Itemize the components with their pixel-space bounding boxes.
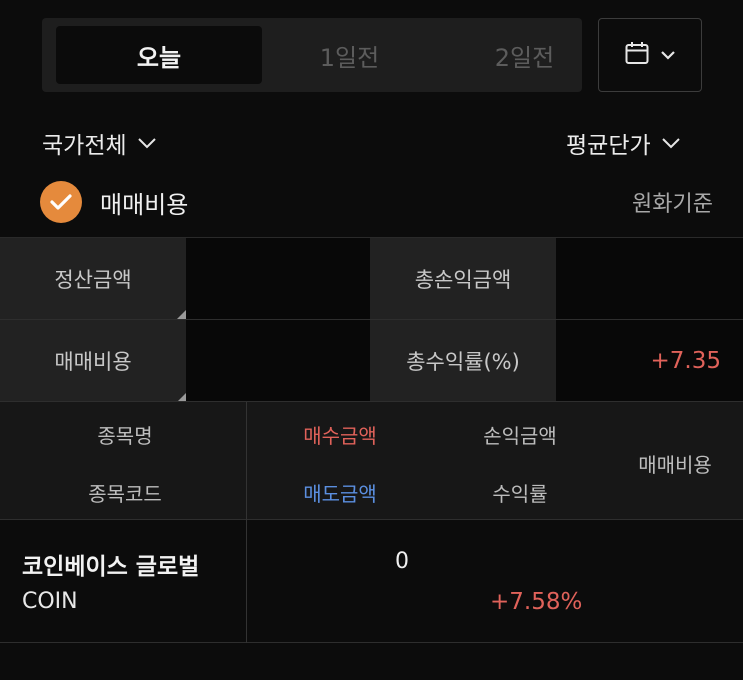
- column-buy-amount[interactable]: 매수금액: [270, 420, 410, 449]
- column-trading-fee[interactable]: 매매비용: [605, 449, 743, 478]
- column-return-rate[interactable]: 수익률: [450, 478, 590, 507]
- price-basis-dropdown[interactable]: 평균단가: [566, 120, 681, 166]
- total-return-rate-label: 총수익률(%): [370, 320, 556, 402]
- period-tabs: 오늘 1일전 2일전: [42, 18, 582, 92]
- divider: [246, 521, 247, 643]
- column-stock-name[interactable]: 종목명: [40, 420, 210, 449]
- trading-fee-value: [186, 320, 370, 402]
- tab-today[interactable]: 오늘: [56, 26, 262, 84]
- trading-fee-checkbox-label: 매매비용: [100, 190, 189, 219]
- filter-row: 국가전체 평균단가: [0, 120, 743, 166]
- chevron-down-icon: [661, 130, 681, 156]
- calendar-button[interactable]: [598, 18, 702, 92]
- total-pl-amount-label: 총손익금액: [370, 238, 556, 319]
- divider: [246, 402, 247, 521]
- settlement-amount-label: 정산금액: [0, 238, 186, 319]
- chevron-down-icon: [660, 46, 676, 65]
- divider: [0, 319, 743, 320]
- trading-fee-checkbox[interactable]: 매매비용: [40, 181, 188, 223]
- total-return-rate-value: +7.35: [556, 320, 743, 402]
- summary-grid: 정산금액 총손익금액 매매비용 총수익률(%) +7.35: [0, 237, 743, 402]
- chevron-down-icon: [137, 130, 157, 156]
- total-pl-amount-value: [556, 238, 743, 319]
- column-stock-code[interactable]: 종목코드: [40, 478, 210, 507]
- column-sell-amount[interactable]: 매도금액: [270, 478, 410, 507]
- stock-name: 코인베이스 글로벌: [22, 554, 200, 580]
- country-dropdown-label: 국가전체: [42, 133, 127, 159]
- table-header: 종목명 종목코드 매수금액 매도금액 손익금액 수익률 매매비용: [0, 401, 743, 521]
- calendar-icon: [624, 40, 650, 70]
- check-icon: [40, 181, 82, 223]
- trading-fee-label: 매매비용: [0, 320, 186, 402]
- return-rate-value: +7.58%: [490, 589, 583, 615]
- tab-1-day-ago[interactable]: 1일전: [262, 26, 437, 84]
- corner-mark-icon: [177, 310, 186, 319]
- currency-basis-label: 원화기준: [632, 192, 713, 217]
- column-pl-amount[interactable]: 손익금액: [450, 420, 590, 449]
- country-dropdown[interactable]: 국가전체: [42, 120, 157, 166]
- stock-code: COIN: [22, 589, 78, 614]
- buy-amount-value: 0: [395, 549, 409, 574]
- price-basis-label: 평균단가: [566, 133, 651, 159]
- settlement-amount-value: [186, 238, 370, 319]
- tab-2-days-ago[interactable]: 2일전: [437, 26, 612, 84]
- table-row[interactable]: 코인베이스 글로벌 COIN 0 +7.58%: [0, 521, 743, 643]
